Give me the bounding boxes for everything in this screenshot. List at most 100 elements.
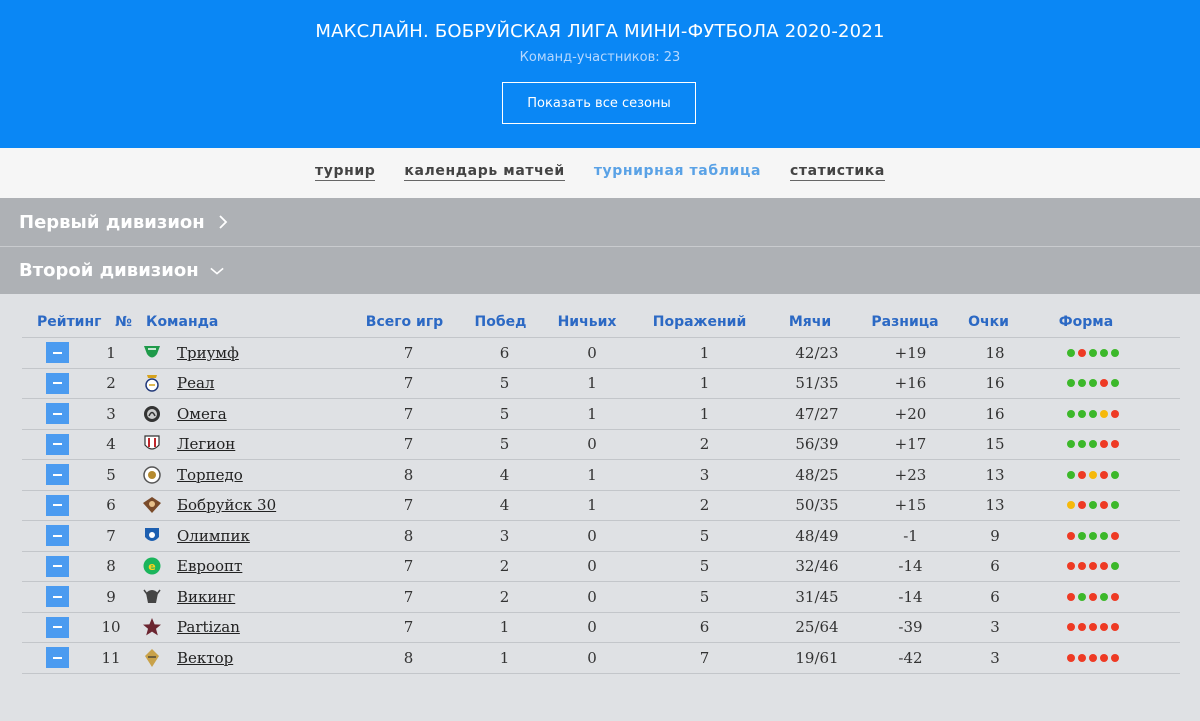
- team-link[interactable]: Легион: [177, 435, 235, 453]
- rating-toggle-button[interactable]: [45, 494, 69, 516]
- team-link[interactable]: Викинг: [177, 588, 235, 606]
- nav-tournament[interactable]: турнир: [315, 163, 376, 181]
- goal-difference: -14: [898, 557, 923, 576]
- rating-toggle-button[interactable]: [45, 555, 69, 577]
- rating-toggle-button[interactable]: [45, 616, 69, 638]
- division-title: Первый дивизион: [19, 211, 205, 233]
- games-played: 7: [403, 587, 414, 606]
- losses: 3: [699, 465, 710, 484]
- form-indicator: [1026, 470, 1159, 479]
- team-link[interactable]: Евроопт: [177, 557, 242, 575]
- team-link[interactable]: Триумф: [177, 344, 239, 362]
- points: 13: [985, 496, 1005, 515]
- rating-toggle-button[interactable]: [45, 342, 69, 364]
- table-row: 4 Легион 7 5 0 2 56/39 +17 15: [22, 430, 1180, 460]
- form-win-dot: [1099, 592, 1108, 601]
- rating-cell: [34, 464, 80, 486]
- goals: 25/64: [795, 618, 839, 637]
- col-wins[interactable]: Побед: [458, 314, 543, 330]
- team-link[interactable]: Омега: [177, 405, 227, 423]
- rating-toggle-button[interactable]: [45, 647, 69, 669]
- rating-toggle-button[interactable]: [45, 525, 69, 547]
- minus-icon: [52, 443, 62, 446]
- team-link[interactable]: Вектор: [177, 649, 233, 667]
- minus-icon: [52, 534, 62, 537]
- form-loss-dot: [1110, 592, 1119, 601]
- row-number: 9: [106, 587, 116, 606]
- table-row: 11 Вектор 8 1 0 7 19/61 -42 3: [22, 643, 1180, 674]
- wins: 4: [499, 465, 510, 484]
- losses: 1: [699, 343, 710, 362]
- form-loss-dot: [1077, 623, 1086, 632]
- col-difference[interactable]: Разница: [852, 314, 958, 330]
- col-losses[interactable]: Поражений: [631, 314, 768, 330]
- rating-toggle-button[interactable]: [45, 372, 69, 394]
- team-link[interactable]: Partizan: [177, 618, 240, 636]
- form-draw-dot: [1066, 501, 1075, 510]
- draws: 0: [587, 618, 597, 637]
- row-number: 6: [106, 496, 116, 515]
- table-row: 9 Викинг 7 2 0 5 31/45 -14 6: [22, 582, 1180, 613]
- rating-toggle-button[interactable]: [45, 433, 69, 455]
- team-link[interactable]: Реал: [177, 374, 214, 392]
- division-second[interactable]: Второй дивизион: [0, 246, 1200, 294]
- form-draw-dot: [1099, 409, 1108, 418]
- minus-icon: [52, 382, 62, 385]
- games-played: 8: [403, 648, 414, 667]
- col-team[interactable]: Команда: [146, 314, 351, 330]
- row-number: 8: [106, 557, 116, 576]
- team-cell: Вектор: [142, 648, 360, 668]
- draws: 1: [587, 465, 597, 484]
- form-indicator: [1026, 562, 1159, 571]
- rating-toggle-button[interactable]: [45, 464, 69, 486]
- games-played: 8: [403, 465, 414, 484]
- viking-logo-icon: [141, 587, 163, 607]
- form-loss-dot: [1066, 531, 1075, 540]
- table-row: 8 e Евроопт 7 2 0 5 32/46 -14 6: [22, 552, 1180, 582]
- row-number: 10: [101, 618, 121, 637]
- goal-difference: +17: [894, 435, 927, 454]
- points: 6: [990, 557, 1000, 576]
- form-indicator: [1026, 653, 1159, 662]
- form-indicator: [1026, 440, 1159, 449]
- division-first[interactable]: Первый дивизион: [0, 198, 1200, 246]
- draws: 0: [587, 526, 597, 545]
- goals: 42/23: [795, 343, 839, 362]
- team-cell: Омега: [142, 404, 360, 424]
- form-loss-dot: [1110, 623, 1119, 632]
- nav-statistics[interactable]: статистика: [790, 163, 885, 181]
- rating-toggle-button[interactable]: [45, 586, 69, 608]
- rating-cell: [34, 403, 80, 425]
- team-link[interactable]: Олимпик: [177, 527, 250, 545]
- team-link[interactable]: Торпедо: [177, 466, 243, 484]
- goals: 47/27: [795, 404, 839, 423]
- show-all-seasons-button[interactable]: Показать все сезоны: [502, 82, 696, 124]
- form-win-dot: [1110, 562, 1119, 571]
- col-points[interactable]: Очки: [958, 314, 1019, 330]
- table-row: 10 Partizan 7 1 0 6 25/64 -39 3: [22, 613, 1180, 643]
- team-link[interactable]: Бобруйск 30: [177, 496, 276, 514]
- form-win-dot: [1066, 409, 1075, 418]
- rating-toggle-button[interactable]: [45, 403, 69, 425]
- rating-cell: [34, 525, 80, 547]
- points: 3: [990, 648, 1000, 667]
- col-games[interactable]: Всего игр: [351, 314, 458, 330]
- form-indicator: [1026, 623, 1159, 632]
- form-loss-dot: [1077, 562, 1086, 571]
- wins: 2: [499, 557, 510, 576]
- nav-standings[interactable]: турнирная таблица: [594, 163, 761, 181]
- games-played: 7: [403, 435, 414, 454]
- form-loss-dot: [1099, 653, 1108, 662]
- goal-difference: +23: [894, 465, 927, 484]
- olimpik-logo-icon: [141, 526, 163, 546]
- vektor-logo-icon: [141, 648, 163, 668]
- form-loss-dot: [1066, 653, 1075, 662]
- wins: 3: [499, 526, 510, 545]
- losses: 1: [699, 404, 710, 423]
- points: 9: [990, 526, 1000, 545]
- goal-difference: -39: [898, 618, 923, 637]
- col-goals[interactable]: Мячи: [768, 314, 852, 330]
- form-indicator: [1026, 531, 1159, 540]
- col-draws[interactable]: Ничьих: [543, 314, 631, 330]
- nav-match-calendar[interactable]: календарь матчей: [404, 163, 565, 181]
